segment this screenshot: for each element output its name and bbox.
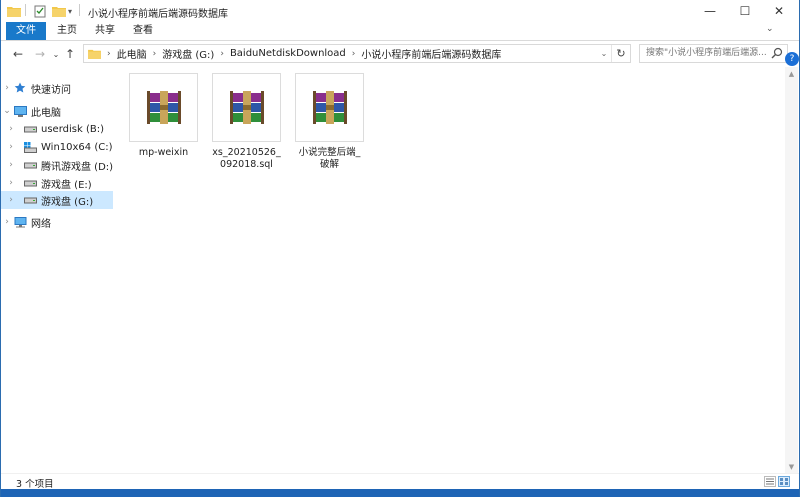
expand-arrow-icon[interactable]: › xyxy=(5,195,17,205)
winrar-archive-icon xyxy=(129,73,198,142)
separator xyxy=(79,4,80,16)
up-button[interactable]: ↑ xyxy=(63,46,77,62)
file-name: xs_20210526_092018.sql xyxy=(212,147,281,170)
title-bar: ▾ 小说小程序前端后端源码数据库 — ☐ ✕ xyxy=(1,0,799,22)
search-input[interactable]: 搜索"小说小程序前端后端源... xyxy=(639,44,788,63)
network-icon xyxy=(13,216,27,228)
folder-icon xyxy=(7,4,21,18)
computer-icon xyxy=(13,105,27,117)
sidebar-item-label: 腾讯游戏盘 (D:) xyxy=(41,161,114,173)
expand-arrow-icon[interactable]: › xyxy=(1,217,13,227)
expand-arrow-icon[interactable]: › xyxy=(5,142,17,152)
breadcrumb-item[interactable]: 游戏盘 (G:) xyxy=(162,46,214,61)
expand-arrow-icon[interactable]: › xyxy=(5,160,17,170)
sidebar-item-game-e[interactable]: › 游戏盘 (E:) xyxy=(1,174,116,192)
taskbar-edge xyxy=(1,489,799,497)
search-icon[interactable] xyxy=(771,47,783,60)
details-view-icon[interactable] xyxy=(764,476,776,487)
help-button[interactable]: ? xyxy=(785,52,799,66)
sidebar-item-network[interactable]: › 网络 xyxy=(1,213,112,231)
expand-ribbon-icon[interactable]: ⌄ xyxy=(766,24,774,34)
folder-icon xyxy=(88,48,101,59)
expand-arrow-icon[interactable]: › xyxy=(1,83,13,93)
tab-file[interactable]: 文件 xyxy=(6,22,46,40)
sidebar-item-label: userdisk (B:) xyxy=(41,123,104,135)
file-list: mp-weixin xs_20210526_092018.sql 小说完整后端_… xyxy=(113,67,787,473)
tab-view[interactable]: 查看 xyxy=(127,22,159,40)
winrar-archive-icon xyxy=(212,73,281,142)
window-title: 小说小程序前端后端源码数据库 xyxy=(88,9,228,20)
back-button[interactable]: ← xyxy=(11,46,25,62)
breadcrumb-item[interactable]: 此电脑 xyxy=(117,46,147,61)
breadcrumb-item[interactable]: BaiduNetdiskDownload xyxy=(230,48,346,59)
sidebar-item-quick-access[interactable]: › 快速访问 xyxy=(1,79,112,97)
expand-arrow-icon[interactable]: › xyxy=(5,178,17,188)
breadcrumb-separator: › xyxy=(107,48,111,59)
sidebar-item-label: Win10x64 (C:) xyxy=(41,141,113,153)
breadcrumb-item[interactable]: 小说小程序前端后端源码数据库 xyxy=(361,46,501,61)
drive-icon xyxy=(23,123,37,135)
winrar-archive-icon xyxy=(295,73,364,142)
sidebar-item-userdisk-b[interactable]: › userdisk (B:) xyxy=(1,120,116,138)
breadcrumb-separator: › xyxy=(351,48,356,59)
maximize-button[interactable]: ☐ xyxy=(728,0,762,22)
system-drive-icon xyxy=(23,141,37,153)
sidebar-item-label: 此电脑 xyxy=(31,107,61,119)
address-bar[interactable]: › 此电脑 › 游戏盘 (G:) › BaiduNetdiskDownload … xyxy=(83,44,631,63)
vertical-scrollbar[interactable]: ▲ ▼ xyxy=(785,67,798,473)
sidebar-item-this-pc[interactable]: ⌄ 此电脑 xyxy=(1,102,112,120)
file-name: 小说完整后端_破解 xyxy=(298,147,361,170)
address-dropdown-button[interactable]: ⌄ xyxy=(598,45,610,62)
minimize-button[interactable]: — xyxy=(693,0,727,22)
collapse-arrow-icon[interactable]: ⌄ xyxy=(1,106,13,116)
file-name: mp-weixin xyxy=(138,147,189,158)
sidebar-item-label: 网络 xyxy=(31,218,51,230)
recent-locations-button[interactable]: ⌄ xyxy=(49,46,63,62)
sidebar-item-label: 游戏盘 (G:) xyxy=(41,196,94,208)
sidebar-item-game-g[interactable]: › 游戏盘 (G:) xyxy=(1,191,116,209)
refresh-button[interactable]: ↻ xyxy=(611,45,630,62)
sidebar-item-label: 游戏盘 (E:) xyxy=(41,179,92,191)
forward-button[interactable]: → xyxy=(33,46,47,62)
separator xyxy=(25,4,26,16)
new-folder-icon[interactable] xyxy=(52,4,66,18)
address-row: ← → ⌄ ↑ › 此电脑 › 游戏盘 (G:) › BaiduNetdiskD… xyxy=(1,41,799,67)
drive-icon xyxy=(23,177,37,189)
sidebar-item-label: 快速访问 xyxy=(31,84,71,96)
file-item[interactable]: xs_20210526_092018.sql xyxy=(212,73,281,171)
customize-toolbar-icon[interactable]: ▾ xyxy=(68,4,72,18)
scroll-up-icon[interactable]: ▲ xyxy=(785,67,798,80)
breadcrumb-separator: › xyxy=(220,48,224,59)
search-placeholder: 搜索"小说小程序前端后端源... xyxy=(646,48,767,58)
status-bar: 3 个项目 xyxy=(1,473,799,490)
expand-arrow-icon[interactable]: › xyxy=(5,124,17,134)
tab-home[interactable]: 主页 xyxy=(51,22,83,40)
navigation-pane: › 快速访问 ⌄ 此电脑 › userdisk (B:) › Win10x64 … xyxy=(1,67,116,473)
sidebar-item-win10x64-c[interactable]: › Win10x64 (C:) xyxy=(1,138,116,156)
scroll-down-icon[interactable]: ▼ xyxy=(785,460,798,473)
sidebar-item-tencent-d[interactable]: › 腾讯游戏盘 (D:) xyxy=(1,156,116,174)
explorer-window: ▾ 小说小程序前端后端源码数据库 — ☐ ✕ 文件 主页 共享 查看 ⌄ ← →… xyxy=(0,0,800,497)
star-icon xyxy=(13,82,27,94)
drive-icon xyxy=(23,159,37,171)
item-count: 3 个项目 xyxy=(16,479,54,490)
file-item[interactable]: 小说完整后端_破解 xyxy=(295,73,364,171)
close-button[interactable]: ✕ xyxy=(762,0,796,22)
drive-icon xyxy=(23,194,37,206)
ribbon-tabs: 文件 主页 共享 查看 ⌄ xyxy=(1,22,799,41)
properties-icon[interactable] xyxy=(34,4,47,18)
breadcrumb-separator: › xyxy=(152,48,157,59)
tab-share[interactable]: 共享 xyxy=(89,22,121,40)
file-item[interactable]: mp-weixin xyxy=(129,73,198,159)
large-icons-view-icon[interactable] xyxy=(778,476,790,487)
